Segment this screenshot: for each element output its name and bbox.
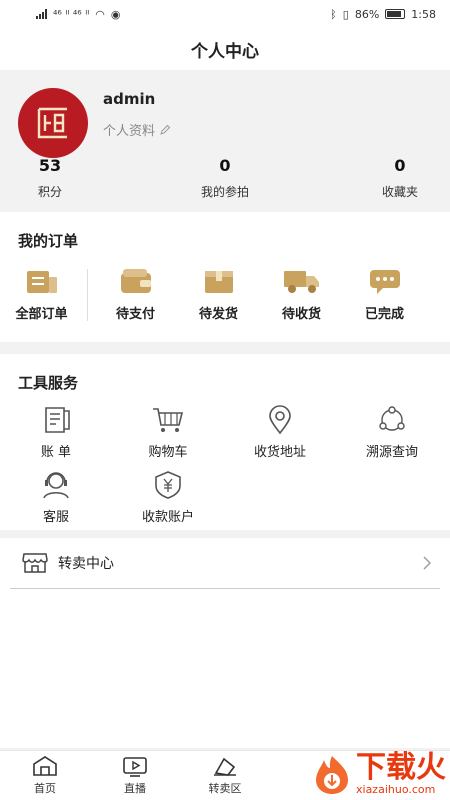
vibrate-icon: ▯ [342, 7, 349, 21]
tools-section: 工具服务 账 单 购物车 收货地址 溯源查询 客服 收款账户 [0, 354, 450, 530]
nav-label: 直播 [124, 782, 146, 795]
tool-customer-service[interactable]: 客服 [0, 470, 112, 525]
watermark: 下载火 xiazaihuo.com [312, 753, 446, 796]
wifi-icon: ◠ [95, 7, 105, 21]
order-label: 待发货 [198, 307, 238, 322]
all-orders-icon [26, 271, 57, 293]
order-all[interactable]: 全部订单 [0, 267, 83, 322]
watermark-domain: xiazaihuo.com [356, 783, 436, 796]
stat-label: 我的参拍 [200, 185, 249, 199]
location-icon [269, 405, 291, 435]
clock: 1:58 [411, 7, 436, 21]
customer-service-icon [43, 472, 69, 499]
empty-area [0, 588, 450, 748]
stat-label: 收藏夹 [381, 185, 418, 199]
username: admin [103, 90, 156, 108]
stat-value: 0 [394, 156, 406, 175]
tool-address[interactable]: 收货地址 [224, 405, 336, 460]
store-icon [22, 553, 48, 573]
tools-title: 工具服务 [18, 374, 79, 392]
page-title: 个人中心 [0, 28, 450, 70]
tool-cart[interactable]: 购物车 [112, 405, 224, 460]
tool-label: 溯源查询 [365, 445, 418, 460]
edit-icon [160, 124, 171, 135]
nav-label: 转卖区 [208, 782, 242, 795]
tool-label: 收款账户 [141, 510, 194, 525]
tool-label: 客服 [42, 510, 69, 525]
order-label: 全部订单 [15, 307, 68, 322]
stat-value: 0 [219, 156, 231, 175]
watermark-brand: 下载火 [356, 750, 446, 785]
tool-label: 购物车 [148, 445, 188, 460]
orders-section: 我的订单 全部订单 待支付 待发货 待收货 已完成 [0, 212, 450, 342]
orders-row: 全部订单 待支付 待发货 待收货 已完成 [0, 267, 450, 322]
wallet-icon [120, 269, 151, 293]
trace-icon [379, 406, 405, 431]
order-label: 待收货 [281, 307, 321, 322]
chat-done-icon [369, 270, 400, 294]
resale-center-label: 转卖中心 [58, 556, 114, 572]
tool-label: 账 单 [40, 445, 72, 460]
resale-icon [214, 757, 236, 776]
orders-title: 我的订单 [18, 232, 79, 250]
divider [87, 268, 88, 321]
stat-my-bids[interactable]: 0 我的参拍 [100, 156, 350, 200]
order-pending-receipt[interactable]: 待收货 [260, 267, 343, 322]
order-label: 待支付 [115, 307, 155, 322]
profile-info-link[interactable]: 个人资料 [103, 120, 171, 139]
order-completed[interactable]: 已完成 [343, 267, 426, 322]
chevron-right-icon [423, 556, 431, 570]
stat-value: 53 [38, 156, 62, 175]
order-pending-payment[interactable]: 待支付 [94, 267, 177, 322]
profile-section: admin 个人资料 53 积分 0 我的参拍 0 收藏夹 [0, 70, 450, 208]
nav-label: 首页 [34, 782, 56, 795]
flame-logo-icon [316, 755, 348, 794]
tool-label: 收货地址 [253, 445, 306, 460]
resale-center-row[interactable]: 转卖中心 [0, 538, 450, 588]
stats-row: 53 积分 0 我的参拍 0 收藏夹 [0, 156, 450, 200]
order-label: 已完成 [364, 307, 404, 322]
live-icon [123, 757, 147, 777]
avatar[interactable] [18, 88, 88, 158]
truck-icon [283, 271, 319, 293]
stat-points[interactable]: 53 积分 [0, 156, 100, 200]
network-label: ⁴⁶ ᴵᴵ ⁴⁶ ᴵᴵ [53, 7, 90, 21]
tools-grid: 账 单 购物车 收货地址 溯源查询 客服 收款账户 [0, 393, 450, 535]
divider [10, 588, 440, 589]
status-bar: ⁴⁶ ᴵᴵ ⁴⁶ ᴵᴵ ◠ ◉ ᛒ ▯ 86% 1:58 [0, 0, 450, 28]
signal-icon [36, 9, 47, 19]
payment-account-icon [155, 471, 181, 499]
battery-icon [385, 9, 406, 19]
cart-icon [153, 408, 184, 432]
home-icon [33, 756, 57, 776]
tool-bill[interactable]: 账 单 [0, 405, 112, 460]
status-right: ᛒ ▯ 86% 1:58 [330, 8, 436, 21]
nav-home[interactable]: 首页 [0, 751, 90, 800]
stat-favorites[interactable]: 0 收藏夹 [350, 156, 450, 200]
eye-icon: ◉ [110, 7, 121, 21]
bluetooth-icon: ᛒ [330, 7, 337, 21]
nav-live[interactable]: 直播 [90, 751, 180, 800]
tool-trace[interactable]: 溯源查询 [336, 405, 448, 460]
bill-icon [45, 407, 70, 433]
profile-info-label: 个人资料 [103, 124, 156, 139]
stat-label: 积分 [37, 185, 62, 199]
tool-payment-account[interactable]: 收款账户 [112, 470, 224, 525]
battery-percent: 86% [354, 7, 380, 21]
package-icon [204, 271, 233, 293]
nav-resale[interactable]: 转卖区 [180, 751, 270, 800]
logo-icon [37, 107, 67, 139]
order-pending-shipment[interactable]: 待发货 [177, 267, 260, 322]
status-left: ⁴⁶ ᴵᴵ ⁴⁶ ᴵᴵ ◠ ◉ [36, 8, 121, 21]
